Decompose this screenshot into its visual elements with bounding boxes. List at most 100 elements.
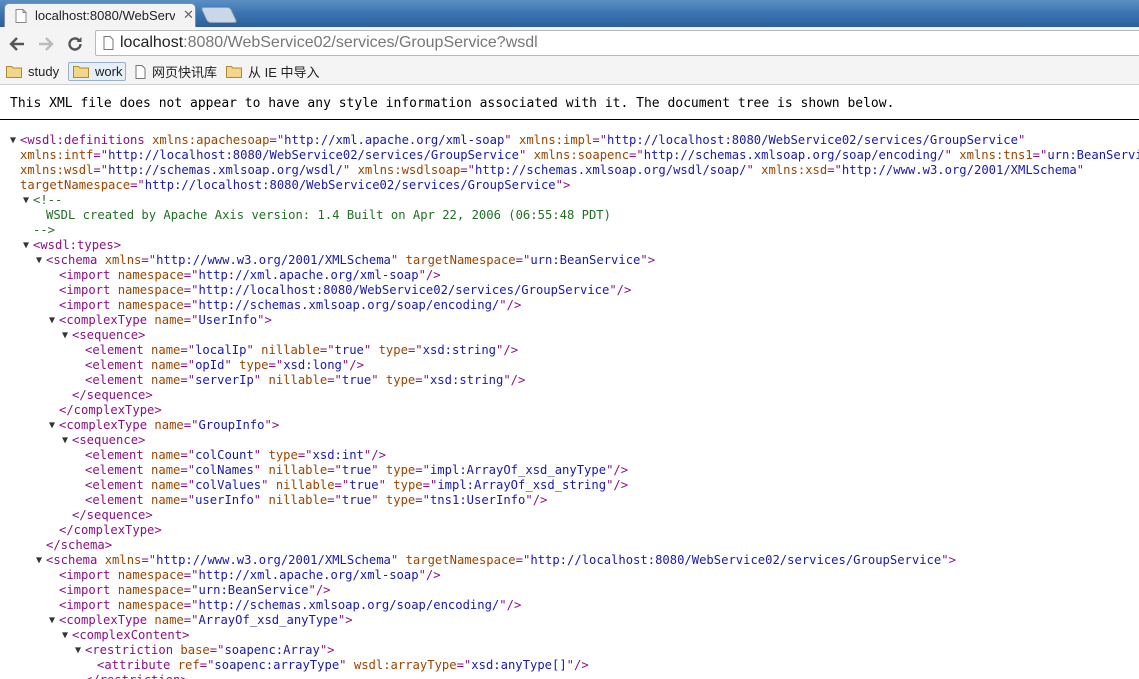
collapse-toggle-icon[interactable]: ▼ bbox=[10, 133, 16, 148]
xml-tag: =" bbox=[180, 358, 196, 372]
folder-icon bbox=[73, 66, 89, 78]
xml-tag: =" bbox=[141, 553, 157, 567]
xml-tag: =" bbox=[415, 373, 430, 387]
xml-tag: <element bbox=[85, 343, 152, 357]
new-tab-button[interactable] bbox=[200, 7, 238, 23]
xml-attr-value: http://localhost:8080/WebService02/servi… bbox=[530, 553, 942, 567]
xml-attr-name: type bbox=[385, 373, 416, 387]
collapse-toggle-icon[interactable]: ▼ bbox=[62, 433, 68, 448]
xml-tag: "/> bbox=[341, 358, 364, 372]
xml-tag: "/> bbox=[525, 493, 548, 507]
back-button[interactable] bbox=[6, 33, 28, 55]
bookmark-import-ie[interactable]: 从 IE 中导入 bbox=[226, 62, 320, 81]
collapse-toggle-icon[interactable]: ▼ bbox=[75, 643, 81, 658]
xml-attr-value: urn:BeanService bbox=[1047, 148, 1139, 162]
xml-line: targetNamespace="http://localhost:8080/W… bbox=[20, 178, 570, 193]
xml-tag: " bbox=[1017, 133, 1026, 147]
xml-tag: <import bbox=[59, 568, 118, 582]
browser-tab[interactable]: localhost:8080/WebServ ✕ bbox=[4, 3, 196, 27]
collapse-toggle-icon[interactable]: ▼ bbox=[49, 613, 55, 628]
xml-line: <import namespace="http://localhost:8080… bbox=[59, 283, 631, 298]
xml-line: <element name="userInfo" nillable="true"… bbox=[85, 493, 547, 508]
page-icon bbox=[135, 64, 146, 79]
bookmark-webslice[interactable]: 网页快讯库 bbox=[135, 62, 217, 81]
xml-line: <element name="colNames" nillable="true"… bbox=[85, 463, 628, 478]
xml-attr-name: nillable bbox=[268, 373, 328, 387]
collapse-toggle-icon[interactable]: ▼ bbox=[49, 313, 55, 328]
xml-tag: <element bbox=[85, 373, 152, 387]
collapse-toggle-icon[interactable]: ▼ bbox=[62, 628, 68, 643]
xml-line: --> bbox=[33, 223, 55, 238]
xml-tag: <complexType bbox=[59, 313, 155, 327]
back-arrow-icon bbox=[9, 37, 24, 51]
xml-attr-value: opId bbox=[195, 358, 225, 372]
xml-tag: =" bbox=[334, 478, 350, 492]
xml-line: <import namespace="http://schemas.xmlsoa… bbox=[59, 598, 521, 613]
collapse-toggle-icon[interactable]: ▼ bbox=[36, 553, 42, 568]
collapse-toggle-icon[interactable]: ▼ bbox=[62, 328, 68, 343]
xml-tag: " bbox=[371, 373, 386, 387]
xml-line: <import namespace="http://xml.apache.org… bbox=[59, 268, 441, 283]
xml-tag: =" bbox=[268, 358, 284, 372]
xml-line: ▼ <restriction base="soapenc:Array"> bbox=[75, 643, 335, 658]
xml-tag: =" bbox=[180, 343, 196, 357]
collapse-toggle-icon[interactable]: ▼ bbox=[36, 253, 42, 268]
xml-attr-value: http://schemas.xmlsoap.org/wsdl/soap/ bbox=[474, 163, 747, 177]
xml-attr-name: type bbox=[268, 448, 298, 462]
xml-attr-value: true bbox=[341, 493, 372, 507]
xml-attr-name: name bbox=[151, 493, 181, 507]
xml-tag: "/> bbox=[496, 343, 519, 357]
xml-attr-name: namespace bbox=[117, 583, 184, 597]
xml-tag: " bbox=[261, 478, 276, 492]
xml-tag: </sequence> bbox=[72, 508, 153, 522]
xml-tag: =" bbox=[183, 613, 199, 627]
xml-tag: =" bbox=[456, 658, 472, 672]
xml-attr-name: xmlns:wsdlsoap bbox=[357, 163, 461, 177]
reload-icon bbox=[68, 37, 82, 51]
xml-tag: <sequence> bbox=[72, 433, 146, 447]
xml-attr-value: urn:BeanService bbox=[198, 583, 309, 597]
xml-tag: " bbox=[253, 493, 269, 507]
collapse-toggle-icon[interactable]: ▼ bbox=[49, 418, 55, 433]
collapse-toggle-icon[interactable]: ▼ bbox=[23, 238, 29, 253]
xml-attr-value: colNames bbox=[195, 463, 254, 477]
bookmark-study[interactable]: study bbox=[6, 62, 59, 81]
xml-tag: "/> bbox=[503, 373, 526, 387]
xml-line: </complexType> bbox=[59, 403, 162, 418]
xml-line: ▼ <sequence> bbox=[62, 433, 146, 448]
xml-tag: <import bbox=[59, 598, 118, 612]
xml-attr-value: http://xml.apache.org/xml-soap bbox=[198, 568, 419, 582]
xml-attr-name: namespace bbox=[117, 598, 184, 612]
forward-button[interactable] bbox=[35, 33, 57, 55]
xml-line: ▼ <schema xmlns="http://www.w3.org/2001/X… bbox=[36, 253, 655, 268]
xml-tag: =" bbox=[183, 418, 199, 432]
close-icon[interactable]: ✕ bbox=[183, 7, 194, 23]
xml-tag: <element bbox=[85, 463, 152, 477]
xml-tag: " bbox=[1076, 163, 1085, 177]
xml-tag: =" bbox=[180, 463, 196, 477]
xml-attr-name: xmlns:tns1 bbox=[959, 148, 1033, 162]
xml-attr-name: type bbox=[239, 358, 269, 372]
xml-attr-value: ArrayOf_xsd_anyType bbox=[198, 613, 338, 627]
bookmarks-bar: study work 网页快讯库 从 IE 中导入 bbox=[0, 60, 1139, 85]
xml-tag: " bbox=[253, 373, 269, 387]
xml-line: </sequence> bbox=[72, 508, 153, 523]
xml-tag: " bbox=[944, 148, 960, 162]
xml-tag: "> bbox=[319, 643, 335, 657]
xml-line: ▼ <sequence> bbox=[62, 328, 145, 343]
xml-line: <element name="opId" type="xsd:long"/> bbox=[85, 358, 364, 373]
xml-attr-value: true bbox=[341, 463, 372, 477]
address-bar[interactable]: localhost:8080/WebService02/services/Gro… bbox=[95, 30, 1139, 56]
xml-line: WSDL created by Apache Axis version: 1.4… bbox=[46, 208, 611, 223]
xml-attr-value: localIp bbox=[195, 343, 247, 357]
xml-line: ▼ <!-- bbox=[23, 193, 62, 208]
xml-tag: =" bbox=[180, 478, 196, 492]
reload-button[interactable] bbox=[64, 33, 86, 55]
collapse-toggle-icon[interactable]: ▼ bbox=[23, 193, 29, 208]
xml-attr-name: name bbox=[151, 478, 181, 492]
xml-attr-value: http://schemas.xmlsoap.org/soap/encoding… bbox=[198, 298, 500, 312]
xml-attr-name: name bbox=[151, 343, 181, 357]
xml-tag: " bbox=[504, 133, 519, 147]
bookmark-work[interactable]: work bbox=[68, 62, 127, 81]
xml-tag: "> bbox=[555, 178, 571, 192]
